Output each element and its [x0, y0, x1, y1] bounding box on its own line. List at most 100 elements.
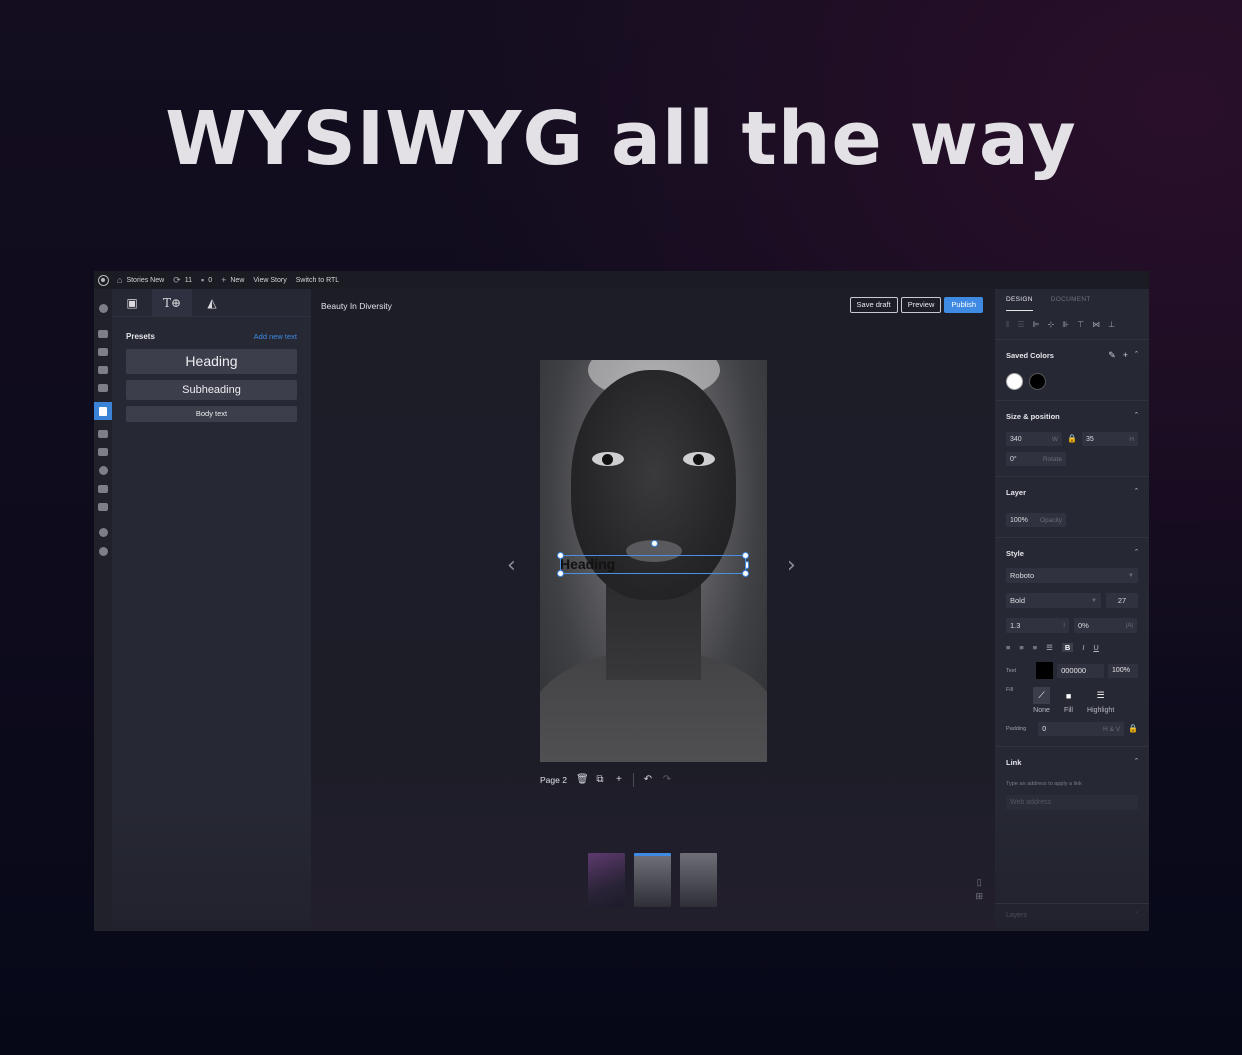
- text-align-left-icon[interactable]: ≡: [1006, 643, 1010, 652]
- text-justify-icon[interactable]: ☰: [1046, 643, 1053, 652]
- resize-handle[interactable]: [557, 570, 564, 577]
- lock-ratio-icon[interactable]: 🔒: [1067, 432, 1077, 446]
- fill-option-none[interactable]: ⟋ None: [1033, 687, 1051, 714]
- web-address-input[interactable]: Web address: [1006, 795, 1138, 810]
- underline-icon[interactable]: U: [1093, 643, 1098, 652]
- resize-handle[interactable]: [742, 570, 749, 577]
- undo-icon[interactable]: ↶: [643, 775, 653, 785]
- font-weight-select[interactable]: Bold ▼: [1006, 593, 1101, 608]
- fill-option-fill[interactable]: ■ Fill: [1060, 687, 1077, 715]
- align-top-icon[interactable]: ⊤: [1077, 320, 1084, 330]
- tab-media[interactable]: ▣: [112, 289, 152, 317]
- collapse-chevron-icon[interactable]: ˆ: [1135, 411, 1138, 421]
- admin-bar-site[interactable]: ⌂ Stories New: [117, 275, 164, 285]
- extra-menu-icon[interactable]: [98, 528, 108, 537]
- link-hint: Type an address to apply a link: [1006, 781, 1082, 787]
- text-align-right-icon[interactable]: ≡: [1033, 643, 1037, 652]
- story-page-canvas[interactable]: Heading: [540, 360, 767, 762]
- page-thumbnail[interactable]: [634, 853, 671, 907]
- text-color-hex-field[interactable]: 000000: [1057, 663, 1105, 678]
- preview-button[interactable]: Preview: [900, 297, 942, 313]
- phone-view-icon[interactable]: ▯: [975, 875, 983, 889]
- italic-icon[interactable]: I: [1082, 643, 1084, 652]
- grid-view-icon[interactable]: ⊞: [975, 889, 983, 903]
- style-section: Style ˆ Roboto ▼ Bold ▼ 27 1.3 Ⅰ 0% |A| …: [995, 538, 1149, 747]
- tools-icon[interactable]: [98, 485, 108, 493]
- resize-handle[interactable]: [557, 552, 564, 559]
- line-height-field[interactable]: 1.3 Ⅰ: [1006, 618, 1069, 633]
- letter-spacing-field[interactable]: 0% |A|: [1074, 618, 1137, 633]
- page-thumbnail[interactable]: [588, 853, 625, 907]
- align-left-icon[interactable]: ⊫: [1033, 320, 1040, 330]
- admin-bar-switch-rtl[interactable]: Switch to RTL: [296, 277, 339, 284]
- tab-design[interactable]: DESIGN: [1006, 296, 1033, 311]
- pages-icon[interactable]: [98, 366, 108, 374]
- add-page-icon[interactable]: +: [614, 775, 624, 785]
- text-align-center-icon[interactable]: ≡: [1019, 643, 1023, 652]
- text-color-chip[interactable]: [1036, 662, 1054, 679]
- users-icon[interactable]: [98, 466, 108, 475]
- preset-subheading[interactable]: Subheading: [126, 380, 297, 400]
- collapse-chevron-icon[interactable]: ˆ: [1135, 350, 1138, 361]
- rotate-field[interactable]: 0° Rotate: [1006, 452, 1066, 466]
- selection-frame[interactable]: [557, 540, 749, 577]
- text-format-toolbar: ≡ ≡ ≡ ☰ B I U: [1006, 643, 1138, 652]
- admin-bar-new[interactable]: + New: [221, 275, 244, 285]
- plugins-icon[interactable]: [98, 448, 108, 456]
- collapse-chevron-icon[interactable]: ˆ: [1135, 487, 1138, 497]
- layers-panel-toggle[interactable]: Layers ˇ: [995, 903, 1149, 931]
- settings-icon[interactable]: [98, 503, 108, 511]
- story-title[interactable]: Beauty In Diversity: [321, 301, 392, 311]
- publish-button[interactable]: Publish: [944, 297, 983, 313]
- distribute-vertical-icon[interactable]: ☰: [1017, 320, 1024, 330]
- delete-page-icon[interactable]: 🗑: [576, 775, 589, 785]
- pin-icon[interactable]: [98, 330, 108, 338]
- padding-lock-icon[interactable]: 🔒: [1128, 722, 1138, 736]
- preset-heading[interactable]: Heading: [126, 349, 297, 374]
- font-size-field[interactable]: 27: [1106, 593, 1138, 608]
- height-field[interactable]: 35 H: [1081, 432, 1138, 446]
- resize-handle[interactable]: [742, 552, 749, 559]
- tab-text[interactable]: T⊕: [152, 289, 192, 317]
- appearance-icon[interactable]: [98, 430, 108, 438]
- media-icon[interactable]: [98, 348, 108, 356]
- dashboard-icon[interactable]: [98, 304, 108, 313]
- bold-icon[interactable]: B: [1061, 643, 1074, 652]
- align-bottom-icon[interactable]: ⊥: [1108, 320, 1115, 330]
- opacity-field[interactable]: 100% Opacity: [1006, 513, 1066, 527]
- play-icon[interactable]: [98, 547, 108, 556]
- admin-bar-view-story[interactable]: View Story: [253, 277, 286, 284]
- fill-option-highlight[interactable]: ☰ Highlight: [1087, 687, 1114, 714]
- save-draft-button[interactable]: Save draft: [849, 297, 898, 313]
- page-thumbnail[interactable]: [680, 853, 717, 907]
- swatch-black[interactable]: [1029, 373, 1046, 390]
- comments-icon[interactable]: [98, 384, 108, 392]
- add-color-icon[interactable]: +: [1123, 350, 1128, 361]
- align-middle-icon[interactable]: ⋈: [1092, 320, 1100, 330]
- collapse-chevron-icon[interactable]: ˆ: [1135, 548, 1138, 558]
- tab-shapes[interactable]: ◭: [192, 289, 232, 317]
- align-center-icon[interactable]: ⊹: [1048, 320, 1055, 330]
- stories-icon[interactable]: [94, 402, 112, 420]
- edit-pencil-icon[interactable]: ✎: [1108, 350, 1116, 361]
- tab-document[interactable]: DOCUMENT: [1051, 296, 1091, 311]
- admin-bar-updates[interactable]: ⟳ 11: [173, 275, 192, 286]
- admin-bar-comments[interactable]: ▪ 0: [201, 275, 212, 285]
- collapse-chevron-icon[interactable]: ˆ: [1135, 757, 1138, 767]
- align-right-icon[interactable]: ⊪: [1062, 320, 1069, 330]
- preset-body-text[interactable]: Body text: [126, 406, 297, 422]
- wordpress-logo-icon[interactable]: [98, 274, 109, 286]
- text-opacity-field[interactable]: 100%: [1108, 663, 1138, 678]
- previous-page-arrow-icon[interactable]: ‹: [507, 553, 516, 578]
- redo-icon[interactable]: ↷: [662, 775, 672, 785]
- next-page-arrow-icon[interactable]: ›: [787, 553, 796, 578]
- font-family-select[interactable]: Roboto ▼: [1006, 568, 1138, 583]
- swatch-white[interactable]: [1006, 373, 1023, 390]
- width-field[interactable]: 340 W: [1006, 432, 1062, 446]
- padding-field[interactable]: 0 H & V: [1038, 722, 1125, 736]
- distribute-horizontal-icon[interactable]: ⫴: [1006, 320, 1009, 330]
- duplicate-page-icon[interactable]: ⧉: [595, 775, 605, 785]
- add-new-text-link[interactable]: Add new text: [254, 332, 297, 341]
- rotate-handle[interactable]: [651, 540, 658, 547]
- resize-handle[interactable]: [745, 561, 749, 569]
